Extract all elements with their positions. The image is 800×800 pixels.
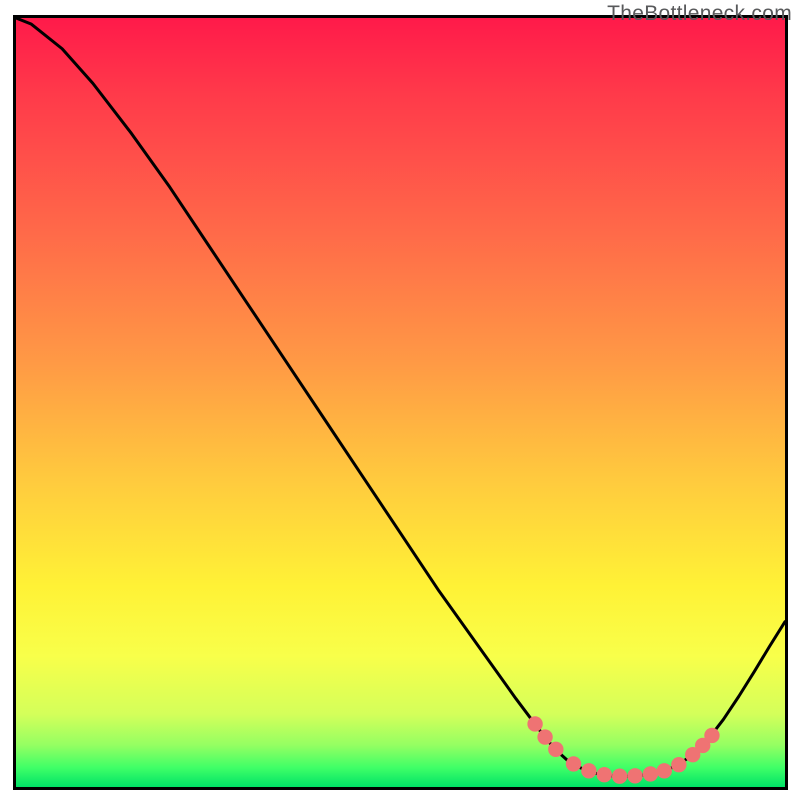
optimal-range-marker [566, 756, 581, 771]
optimal-range-marker [657, 763, 672, 778]
optimal-range-marker [548, 742, 563, 757]
optimal-range-marker [537, 729, 552, 744]
optimal-range-marker [612, 769, 627, 784]
bottleneck-chart: TheBottleneck.com [0, 0, 800, 800]
optimal-range-marker [643, 766, 658, 781]
optimal-range-marker [527, 716, 542, 731]
optimal-range-marker [627, 768, 642, 783]
optimal-range-marker [581, 763, 596, 778]
optimal-range-marker [671, 757, 686, 772]
watermark-text: TheBottleneck.com [607, 2, 792, 26]
chart-svg [0, 0, 800, 800]
optimal-range-marker [597, 767, 612, 782]
optimal-range-marker [704, 728, 719, 743]
